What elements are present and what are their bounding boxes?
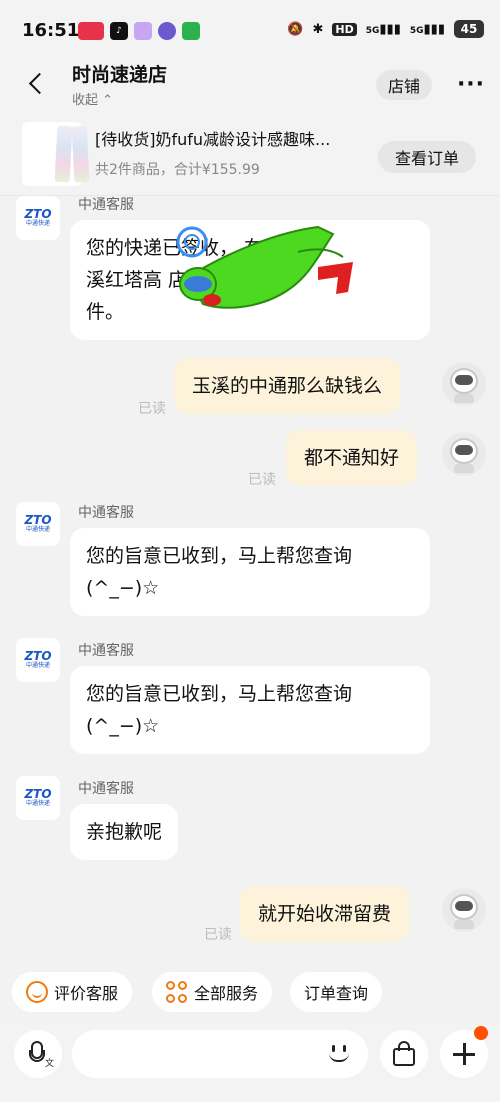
hd-icon: HD bbox=[332, 22, 357, 36]
shop-name: 时尚速递店 bbox=[72, 64, 168, 86]
service-avatar[interactable]: ZTO 中通快递 bbox=[16, 502, 60, 546]
service-avatar[interactable]: ZTO 中通快递 bbox=[16, 776, 60, 820]
message-bubble[interactable]: 都不通知好 bbox=[286, 430, 418, 486]
message-bubble[interactable]: 您的旨意已收到，马上帮您查询 (^_−)☆ bbox=[70, 528, 430, 616]
zto-logo-text: 中通快递 bbox=[25, 800, 50, 807]
quick-actions: 评价客服 全部服务 订单查询 bbox=[0, 972, 500, 1016]
app-notification-icon bbox=[158, 22, 176, 40]
sender-name: 中通客服 bbox=[78, 781, 134, 797]
message-bubble[interactable]: 亲抱歉呢 bbox=[70, 804, 179, 860]
all-services-button[interactable]: 全部服务 bbox=[152, 972, 273, 1012]
grid-icon bbox=[166, 981, 188, 1003]
signal-label: 5G bbox=[365, 25, 380, 36]
order-title: [待收货]奶fufu减龄设计感趣味... bbox=[95, 130, 331, 149]
mute-icon: 🔕 bbox=[287, 21, 304, 37]
battery-icon: 45 bbox=[454, 20, 484, 38]
message-line: 您的旨意已收到，马上帮您查询 bbox=[86, 683, 353, 705]
notification-dot bbox=[474, 1026, 488, 1040]
view-order-button[interactable]: 查看订单 bbox=[378, 141, 476, 173]
order-query-label: 订单查询 bbox=[304, 984, 369, 1003]
message-bubble[interactable]: 就开始收滞留费 bbox=[240, 886, 410, 942]
zto-logo: ZTO bbox=[24, 787, 52, 801]
zto-logo: ZTO bbox=[24, 207, 52, 221]
signal-5g-icon: 5G▮▮▮ bbox=[365, 21, 401, 37]
message-line: 亲抱歉呢 bbox=[86, 821, 163, 843]
service-avatar[interactable]: ZTO 中通快递 bbox=[16, 638, 60, 682]
message-input[interactable] bbox=[72, 1030, 368, 1078]
order-summary: 共2件商品，合计¥155.99 bbox=[95, 162, 260, 178]
read-status: 已读 bbox=[248, 472, 276, 488]
message-icon bbox=[182, 22, 200, 40]
message-line: 您的旨意已收到，马上帮您查询 bbox=[86, 545, 353, 567]
app-notification-icon bbox=[78, 22, 104, 40]
back-arrow-icon[interactable] bbox=[24, 70, 52, 98]
voice-input-icon[interactable]: 文 bbox=[14, 1030, 62, 1078]
shop-button[interactable]: 店铺 bbox=[376, 70, 432, 100]
message-line: (^_−)☆ bbox=[86, 715, 160, 737]
user-avatar[interactable] bbox=[442, 432, 486, 476]
sender-name: 中通客服 bbox=[78, 197, 134, 213]
green-frog-sticker bbox=[176, 225, 353, 309]
all-services-label: 全部服务 bbox=[194, 984, 259, 1003]
more-icon[interactable]: ··· bbox=[456, 72, 486, 98]
zto-logo-text: 中通快递 bbox=[25, 662, 50, 669]
collapse-toggle[interactable]: 收起 ⌃ bbox=[72, 89, 113, 108]
status-bar: 16:51 ♪ 🔕 ✱ HD 5G▮▮▮ 5G▮▮▮ 45 bbox=[0, 0, 500, 58]
status-time: 16:51 bbox=[22, 20, 80, 41]
product-thumbnail[interactable] bbox=[22, 122, 90, 186]
zto-logo-text: 中通快递 bbox=[25, 526, 50, 533]
pants-image bbox=[54, 125, 90, 183]
sender-name: 中通客服 bbox=[78, 505, 134, 521]
voice-text-label: 文 bbox=[45, 1059, 55, 1069]
zto-logo-text: 中通快递 bbox=[25, 220, 50, 227]
message-bubble[interactable]: 玉溪的中通那么缺钱么 bbox=[174, 358, 401, 414]
zto-logo: ZTO bbox=[24, 649, 52, 663]
rate-service-label: 评价客服 bbox=[54, 984, 119, 1003]
read-status: 已读 bbox=[138, 401, 166, 417]
app-notification-icon bbox=[134, 22, 152, 40]
sender-name: 中通客服 bbox=[78, 643, 134, 659]
bluetooth-icon: ✱ bbox=[312, 21, 324, 37]
emoji-icon[interactable] bbox=[326, 1041, 352, 1067]
user-avatar[interactable] bbox=[442, 888, 486, 932]
service-avatar[interactable]: ZTO 中通快递 bbox=[16, 196, 60, 240]
user-avatar[interactable] bbox=[442, 362, 486, 406]
signal-5g-icon: 5G▮▮▮ bbox=[409, 21, 445, 37]
read-status: 已读 bbox=[204, 927, 232, 943]
order-query-button[interactable]: 订单查询 bbox=[290, 972, 383, 1012]
message-line: (^_−)☆ bbox=[86, 577, 160, 599]
message-bubble[interactable]: 您的旨意已收到，马上帮您查询 (^_−)☆ bbox=[70, 666, 430, 754]
order-card[interactable]: [待收货]奶fufu减龄设计感趣味... 共2件商品，合计¥155.99 查看订… bbox=[0, 114, 500, 196]
system-icons: 🔕 ✱ HD 5G▮▮▮ 5G▮▮▮ 45 bbox=[287, 20, 484, 38]
smile-icon bbox=[26, 981, 48, 1003]
tiktok-icon: ♪ bbox=[110, 22, 128, 40]
signal-label: 5G bbox=[409, 25, 424, 36]
zto-logo: ZTO bbox=[24, 513, 52, 527]
rate-service-button[interactable]: 评价客服 bbox=[12, 972, 133, 1012]
shopping-bag-icon[interactable] bbox=[380, 1030, 428, 1078]
notification-icons: ♪ bbox=[78, 22, 200, 40]
input-bar: 文 bbox=[0, 1024, 500, 1102]
chat-header: 时尚速递店 收起 ⌃ 店铺 ··· bbox=[0, 58, 500, 114]
